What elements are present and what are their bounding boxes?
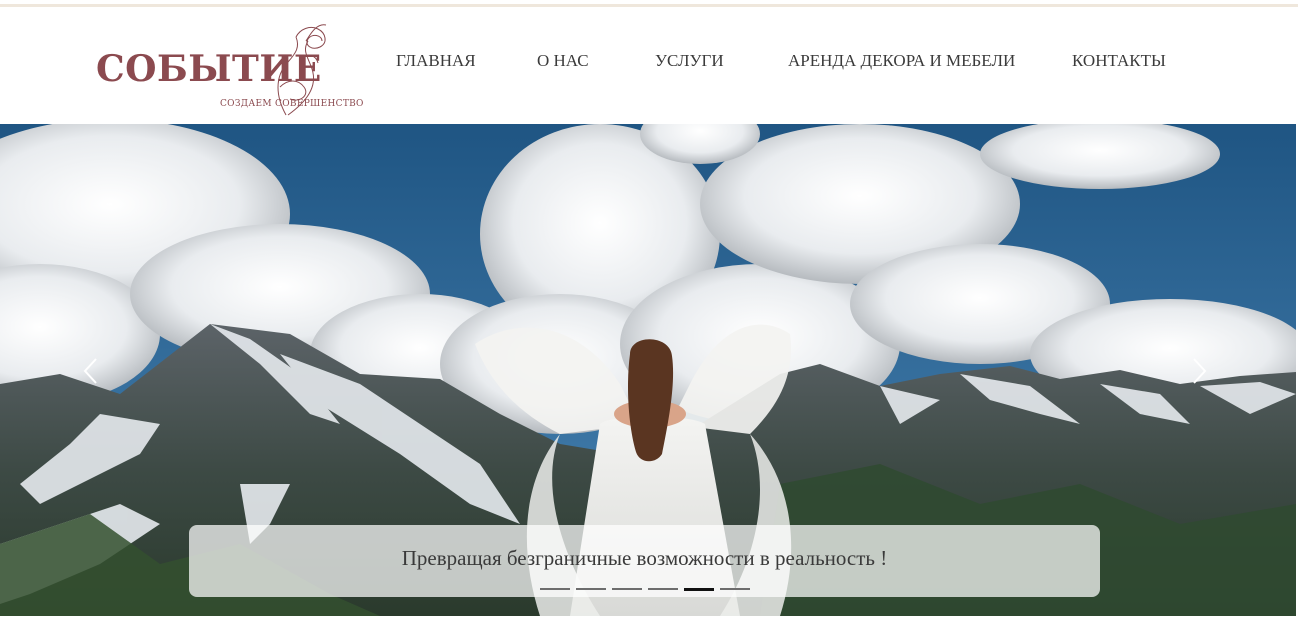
- chevron-left-icon[interactable]: [80, 356, 104, 386]
- nav-item-about[interactable]: О НАС: [537, 50, 589, 72]
- nav-item-contacts[interactable]: КОНТАКТЫ: [1072, 50, 1166, 72]
- hero-slider: Превращая безграничные возможности в реа…: [0, 124, 1296, 616]
- slide-dot-2[interactable]: [576, 588, 606, 590]
- nav-item-home[interactable]: ГЛАВНАЯ: [396, 50, 476, 72]
- nav-item-decor-rental[interactable]: АРЕНДА ДЕКОРА И МЕБЕЛИ: [788, 50, 1015, 72]
- nav-item-services[interactable]: УСЛУГИ: [655, 50, 724, 72]
- page: СОБЫТИЕ СОЗДАЕМ СОВЕРШЕНСТВО ГЛАВНАЯ О Н…: [0, 0, 1298, 630]
- logo-tagline: СОЗДАЕМ СОВЕРШЕНСТВО: [220, 99, 364, 109]
- logo[interactable]: СОБЫТИЕ СОЗДАЕМ СОВЕРШЕНСТВО: [96, 17, 366, 117]
- slide-dot-6[interactable]: [720, 588, 750, 590]
- site-header: СОБЫТИЕ СОЗДАЕМ СОВЕРШЕНСТВО ГЛАВНАЯ О Н…: [0, 7, 1298, 124]
- slide-caption-text: Превращая безграничные возможности в реа…: [401, 546, 888, 570]
- slide-caption-box: Превращая безграничные возможности в реа…: [189, 525, 1100, 597]
- slide-dot-5[interactable]: [684, 588, 714, 591]
- chevron-right-icon[interactable]: [1186, 356, 1210, 386]
- slide-dot-4[interactable]: [648, 588, 678, 590]
- logo-wordmark: СОБЫТИЕ: [96, 48, 322, 90]
- slide-dot-1[interactable]: [540, 588, 570, 590]
- slide-dot-3[interactable]: [612, 588, 642, 590]
